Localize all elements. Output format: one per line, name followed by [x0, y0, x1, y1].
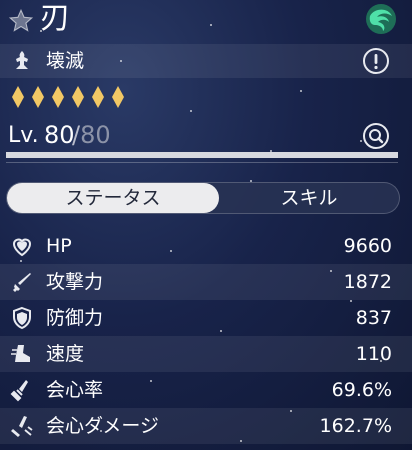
path-name: 壊滅: [46, 50, 85, 72]
wind-element-icon: [366, 4, 396, 34]
level-separator: /: [72, 121, 81, 149]
tab-status[interactable]: ステータス: [7, 183, 219, 213]
stat-row-crit-rate: 会心率 69.6%: [0, 372, 412, 408]
info-button[interactable]: [362, 47, 390, 75]
rarity-diamond-icon: [32, 86, 44, 108]
rarity-diamond-icon: [72, 86, 84, 108]
stat-row-attack: 攻撃力 1872: [0, 264, 412, 300]
level-progress-bar: [6, 152, 398, 158]
stat-row-hp: HP 9660: [0, 228, 412, 264]
destruction-path-icon: [16, 51, 28, 69]
divider: [6, 162, 398, 163]
level-progress-fill: [6, 152, 398, 158]
boot-icon: [11, 345, 30, 362]
stat-label: 攻撃力: [46, 271, 104, 293]
level-current: 80: [44, 121, 75, 149]
character-header: 刃: [0, 0, 412, 40]
stat-label: 会心率: [46, 379, 104, 401]
rarity-diamond-icon: [112, 86, 124, 108]
rarity-diamond-icon: [92, 86, 104, 108]
heart-icon: [12, 238, 32, 257]
rarity-diamonds: [10, 86, 126, 108]
level-max-value: 80: [80, 121, 111, 149]
stat-value: 162.7%: [319, 415, 392, 437]
favorite-star-icon[interactable]: [8, 8, 34, 34]
sword-icon: [13, 273, 31, 292]
tab-bar: ステータス スキル: [6, 182, 400, 214]
character-name: 刃: [40, 1, 70, 36]
stat-value: 9660: [343, 235, 392, 257]
magnifier-button[interactable]: [362, 122, 390, 150]
level-row: Lv. 80 /80: [0, 120, 412, 152]
crit-damage-icon: [11, 416, 33, 437]
rarity-diamond-icon: [12, 86, 24, 108]
stat-row-defense: 防御力 837: [0, 300, 412, 336]
stat-label: 防御力: [46, 307, 104, 329]
stat-value: 837: [355, 307, 392, 329]
tab-skill[interactable]: スキル: [219, 183, 399, 213]
stat-label: 速度: [46, 343, 85, 365]
stat-value: 110: [355, 343, 392, 365]
level-label: Lv.: [8, 123, 39, 148]
rarity-diamond-icon: [52, 86, 64, 108]
stat-label: HP: [46, 235, 72, 257]
stat-value: 1872: [343, 271, 392, 293]
stat-row-speed: 速度 110: [0, 336, 412, 372]
stat-value: 69.6%: [331, 379, 392, 401]
stat-label: 会心ダメージ: [46, 415, 160, 437]
shield-icon: [13, 306, 31, 330]
crit-rate-icon: [10, 380, 28, 402]
stat-row-crit-damage: 会心ダメージ 162.7%: [0, 408, 412, 444]
path-row: 壊滅: [0, 44, 412, 78]
level-max: /80: [72, 120, 111, 150]
